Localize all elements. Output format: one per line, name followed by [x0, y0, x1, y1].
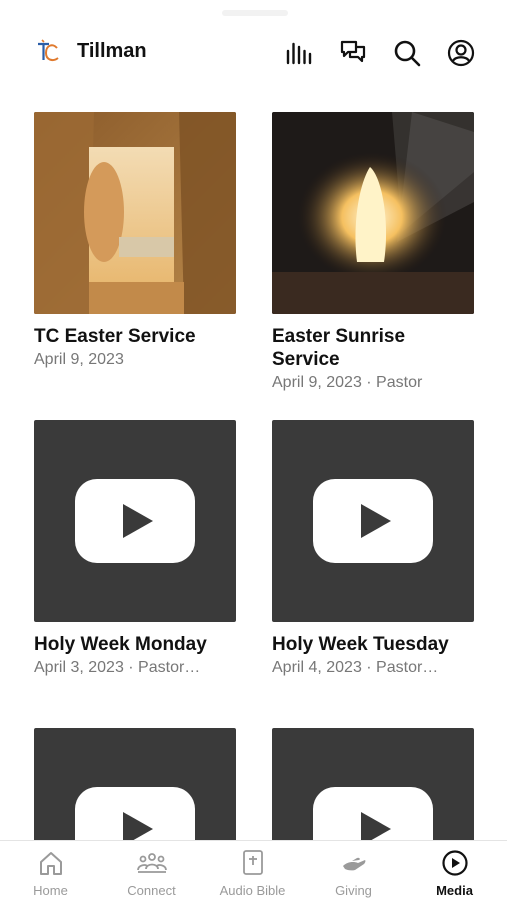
media-grid: TC Easter Service April 9, 2023 Easter S… [0, 112, 507, 840]
media-title: Easter Sunrise Service [272, 326, 406, 370]
open-tomb-photo [34, 112, 236, 314]
status-bar-notch [222, 10, 288, 16]
media-title: Holy Week Monday [34, 634, 207, 655]
church-logo[interactable] [35, 38, 61, 66]
equalizer-icon[interactable] [284, 38, 314, 68]
media-title: Holy Week Tuesday [272, 634, 449, 655]
media-title: TC Easter Service [34, 326, 196, 347]
tab-label: Giving [335, 883, 372, 898]
video-play-placeholder [272, 728, 474, 840]
media-card[interactable] [34, 728, 236, 840]
tab-label: Home [33, 883, 68, 898]
media-card[interactable]: Holy Week Tuesday April 4, 2023 · Pastor… [272, 420, 474, 678]
profile-icon[interactable] [446, 38, 476, 68]
bottom-tab-bar: Home Connect Audio Bible Giving Media [0, 840, 507, 901]
app-title: Tillman [77, 40, 147, 62]
media-meta: April 4, 2023 · Pastor… [272, 659, 439, 676]
youtube-play-icon [75, 479, 195, 563]
home-icon [36, 849, 66, 877]
youtube-play-icon [313, 787, 433, 840]
media-card[interactable]: Holy Week Monday April 3, 2023 · Pastor… [34, 420, 236, 678]
tab-connect[interactable]: Connect [101, 841, 202, 901]
video-play-placeholder [34, 728, 236, 840]
media-card[interactable]: TC Easter Service April 9, 2023 [34, 112, 236, 370]
play-circle-icon [440, 849, 470, 877]
tab-media[interactable]: Media [404, 841, 505, 901]
tab-label: Media [436, 883, 473, 898]
tab-audio-bible[interactable]: Audio Bible [202, 841, 303, 901]
tab-home[interactable]: Home [0, 841, 101, 901]
app-header: Tillman [0, 30, 507, 74]
media-meta: April 3, 2023 · Pastor… [34, 659, 201, 676]
video-play-placeholder [34, 420, 236, 622]
media-card[interactable]: Easter Sunrise Service April 9, 2023 · P… [272, 112, 474, 393]
youtube-play-icon [313, 479, 433, 563]
youtube-play-icon [75, 787, 195, 840]
tomb-light-photo [272, 112, 474, 314]
tab-label: Audio Bible [219, 883, 286, 898]
media-meta: April 9, 2023 [34, 351, 124, 368]
chat-icon[interactable] [338, 38, 368, 68]
media-card[interactable] [272, 728, 474, 840]
bible-icon [238, 849, 268, 877]
search-icon[interactable] [392, 38, 422, 68]
tab-giving[interactable]: Giving [303, 841, 404, 901]
giving-hand-icon [339, 849, 369, 877]
tab-label: Connect [127, 883, 176, 898]
video-play-placeholder [272, 420, 474, 622]
media-meta: April 9, 2023 · Pastor [272, 374, 423, 391]
group-icon [137, 849, 167, 877]
